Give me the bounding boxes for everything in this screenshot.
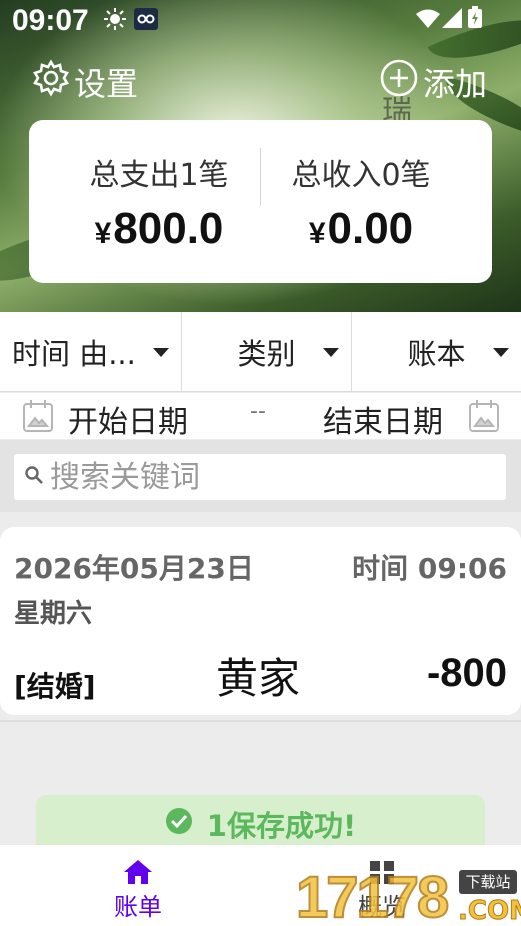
header-banner: 瑞 09:07 设置 添加 总支出1笔 ¥800.0 总收入0笔 ¥0.00	[0, 0, 521, 312]
search-area	[0, 440, 521, 512]
settings-button[interactable]: 设置	[32, 59, 139, 105]
brightness-icon	[104, 8, 126, 34]
time-filter-label: 时间 由...	[12, 336, 136, 371]
search-input[interactable]	[50, 459, 490, 495]
chevron-down-icon	[153, 348, 169, 357]
search-icon	[14, 465, 44, 489]
summary-card: 总支出1笔 ¥800.0 总收入0笔 ¥0.00	[29, 120, 492, 283]
expense-label: 总支出1笔	[89, 158, 229, 193]
income-value: ¥0.00	[251, 204, 471, 254]
income-label: 总收入0笔	[291, 158, 431, 193]
check-circle-icon	[165, 807, 207, 842]
watermark-suffix: .COM	[458, 896, 521, 926]
home-icon	[8, 859, 268, 885]
record-category: [结婚]	[14, 670, 96, 703]
status-bar: 09:07	[0, 0, 521, 44]
watermark-tag: 下载站	[459, 870, 517, 894]
add-label: 添加	[423, 65, 488, 103]
add-circle-icon	[379, 58, 423, 106]
battery-icon	[468, 6, 482, 32]
nav-bills-label: 账单	[114, 893, 162, 921]
expense-value: ¥800.0	[49, 204, 269, 254]
category-filter-dropdown[interactable]: 类别	[182, 312, 352, 391]
settings-label: 设置	[74, 65, 139, 103]
add-button[interactable]: 添加	[379, 58, 488, 106]
start-date-field[interactable]: 开始日期	[68, 397, 188, 441]
record-weekday: 星期六	[14, 599, 93, 629]
chevron-down-icon	[323, 348, 339, 357]
ledger-filter-dropdown[interactable]: 账本	[352, 312, 521, 391]
calendar-icon[interactable]	[468, 399, 500, 441]
record-card[interactable]: 2026年05月23日 时间 09:06 星期六 [结婚] 黄家 -800	[0, 527, 521, 715]
chevron-down-icon	[493, 348, 509, 357]
wifi-icon	[416, 8, 440, 32]
expense-summary: 总支出1笔 ¥800.0	[49, 150, 269, 254]
site-watermark-logo: 17178 下载站 .COM	[295, 864, 521, 926]
income-amount: 0.00	[327, 204, 414, 253]
date-separator: --	[250, 399, 266, 424]
calendar-icon[interactable]	[22, 399, 54, 441]
toast-message: 1保存成功!	[206, 809, 357, 843]
record-time: 时间 09:06	[352, 552, 507, 585]
income-summary: 总收入0笔 ¥0.00	[251, 150, 471, 254]
search-box[interactable]	[14, 454, 506, 500]
gear-icon	[32, 59, 74, 105]
filter-bar: 时间 由... 类别 账本	[0, 312, 521, 392]
nav-bills-tab[interactable]: 账单	[8, 845, 268, 926]
signal-icon	[442, 8, 462, 32]
expense-amount: 800.0	[113, 204, 224, 253]
record-name: 黄家	[216, 654, 301, 703]
time-filter-dropdown[interactable]: 时间 由...	[0, 312, 182, 391]
ledger-filter-label: 账本	[407, 336, 466, 371]
date-range-row: 开始日期 -- 结束日期	[0, 393, 521, 441]
app-notification-icon	[134, 8, 158, 34]
list-divider	[0, 720, 521, 722]
currency-symbol: ¥	[94, 217, 112, 250]
currency-symbol: ¥	[308, 217, 326, 250]
category-filter-label: 类别	[237, 336, 296, 371]
record-amount: -800	[426, 651, 507, 695]
status-time: 09:07	[12, 4, 89, 37]
watermark-number: 17178	[295, 864, 450, 926]
record-date: 2026年05月23日	[14, 552, 254, 585]
end-date-field[interactable]: 结束日期	[323, 397, 443, 441]
